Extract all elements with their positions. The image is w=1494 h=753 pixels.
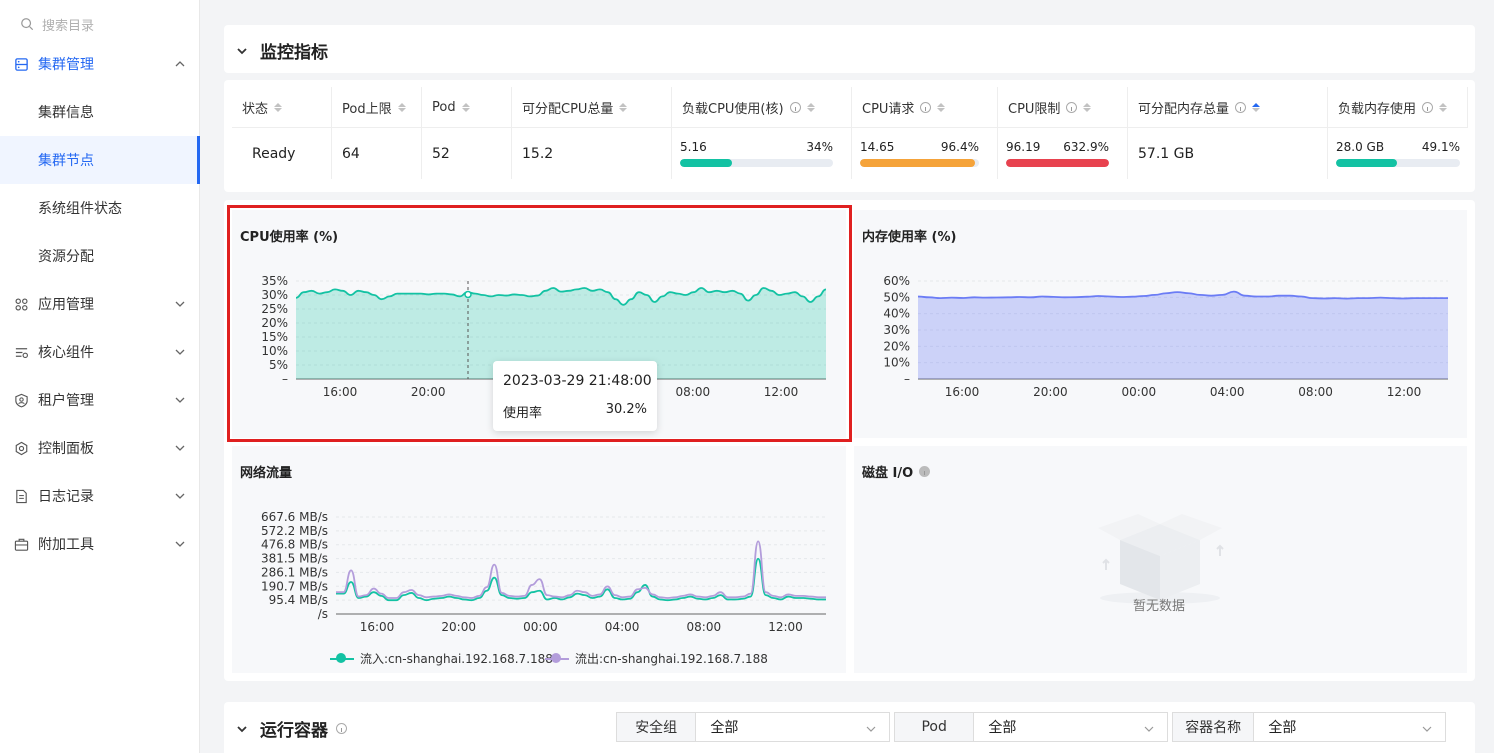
x-tick-label: 08:00 xyxy=(676,385,711,399)
series-area xyxy=(918,291,1448,379)
chevron-down-icon xyxy=(1144,726,1154,732)
x-tick-label: 04:00 xyxy=(1210,385,1245,399)
tooltip-value: 30.2% xyxy=(605,402,647,417)
y-tick-label: 20% xyxy=(883,339,910,353)
y-tick-label: 5% xyxy=(269,358,288,372)
y-tick-label: 50% xyxy=(883,290,910,304)
containers-section-toggle[interactable]: 运行容器 xyxy=(236,716,347,741)
y-tick-label: 572.2 MB/s xyxy=(261,524,328,538)
y-tick-label: – xyxy=(282,372,288,386)
tooltip-time: 2023-03-29 21:48:00 xyxy=(503,373,652,389)
x-tick-label: 20:00 xyxy=(1033,385,1068,399)
section-title: 运行容器 xyxy=(260,721,328,741)
filter-select[interactable]: 全部 xyxy=(696,713,889,741)
filter-select[interactable]: 全部 xyxy=(974,713,1167,741)
tooltip-label: 使用率 xyxy=(503,406,543,421)
legend-item-outbound[interactable]: 流出:cn-shanghai.192.168.7.188 xyxy=(545,650,768,667)
chart-tooltip: 2023-03-29 21:48:00 使用率 30.2% xyxy=(493,361,657,431)
info-icon[interactable] xyxy=(336,723,347,734)
filter-value: 全部 xyxy=(988,720,1017,736)
y-tick-label: 10% xyxy=(883,356,910,370)
y-tick-label: 10% xyxy=(261,344,288,358)
y-tick-label: 95.4 MB/s xyxy=(269,593,328,607)
x-tick-label: 12:00 xyxy=(1387,385,1422,399)
legend-label: 流出:cn-shanghai.192.168.7.188 xyxy=(575,652,768,666)
charts-canvas: 35%30%25%20%15%10%5%–16:0020:0000:0004:0… xyxy=(261,274,1448,634)
hover-point xyxy=(464,290,472,299)
y-tick-label: 40% xyxy=(883,307,910,321)
filter-security-group[interactable]: 安全组 全部 xyxy=(616,712,890,742)
y-tick-label: 30% xyxy=(883,323,910,337)
x-tick-label: 20:00 xyxy=(441,620,476,634)
filter-value: 全部 xyxy=(1268,720,1297,736)
y-tick-label: – xyxy=(904,372,910,386)
y-tick-label: 667.6 MB/s xyxy=(261,510,328,524)
chevron-down-icon xyxy=(1422,726,1432,732)
filter-label: Pod xyxy=(895,713,975,741)
y-tick-label: 60% xyxy=(883,274,910,288)
y-tick-label: 25% xyxy=(261,302,288,316)
filter-select[interactable]: 全部 xyxy=(1254,713,1445,741)
y-tick-label: 20% xyxy=(261,316,288,330)
legend-swatch xyxy=(330,652,354,663)
filter-value: 全部 xyxy=(710,720,739,736)
x-tick-label: 16:00 xyxy=(945,385,980,399)
x-tick-label: 08:00 xyxy=(1298,385,1333,399)
x-tick-label: 00:00 xyxy=(1122,385,1157,399)
chevron-down-icon xyxy=(866,726,876,732)
filter-label: 安全组 xyxy=(617,713,697,741)
series-line xyxy=(336,540,826,599)
y-tick-label: 381.5 MB/s xyxy=(261,552,328,566)
x-tick-label: 16:00 xyxy=(323,385,358,399)
filter-container-name[interactable]: 容器名称 全部 xyxy=(1172,712,1446,742)
filter-pod[interactable]: Pod 全部 xyxy=(894,712,1168,742)
x-tick-label: 04:00 xyxy=(605,620,640,634)
x-tick-label: 00:00 xyxy=(523,620,558,634)
x-tick-label: 12:00 xyxy=(768,620,803,634)
x-tick-label: 12:00 xyxy=(764,385,799,399)
legend-label: 流入:cn-shanghai.192.168.7.188 xyxy=(360,652,553,666)
series-line xyxy=(336,557,826,602)
legend-item-inbound[interactable]: 流入:cn-shanghai.192.168.7.188 xyxy=(330,650,553,667)
filter-label: 容器名称 xyxy=(1173,713,1255,741)
y-tick-label: 476.8 MB/s xyxy=(261,538,328,552)
y-tick-label: 35% xyxy=(261,274,288,288)
y-tick-label: 30% xyxy=(261,288,288,302)
x-tick-label: 16:00 xyxy=(360,620,395,634)
x-tick-label: 20:00 xyxy=(411,385,446,399)
legend-swatch xyxy=(545,652,569,663)
y-tick-label: /s xyxy=(318,607,328,621)
y-tick-label: 15% xyxy=(261,330,288,344)
y-tick-label: 286.1 MB/s xyxy=(261,565,328,579)
empty-state-text: 暂无数据 xyxy=(1133,599,1186,614)
x-tick-label: 08:00 xyxy=(687,620,722,634)
y-tick-label: 190.7 MB/s xyxy=(261,579,328,593)
chevron-down-icon xyxy=(237,725,247,732)
